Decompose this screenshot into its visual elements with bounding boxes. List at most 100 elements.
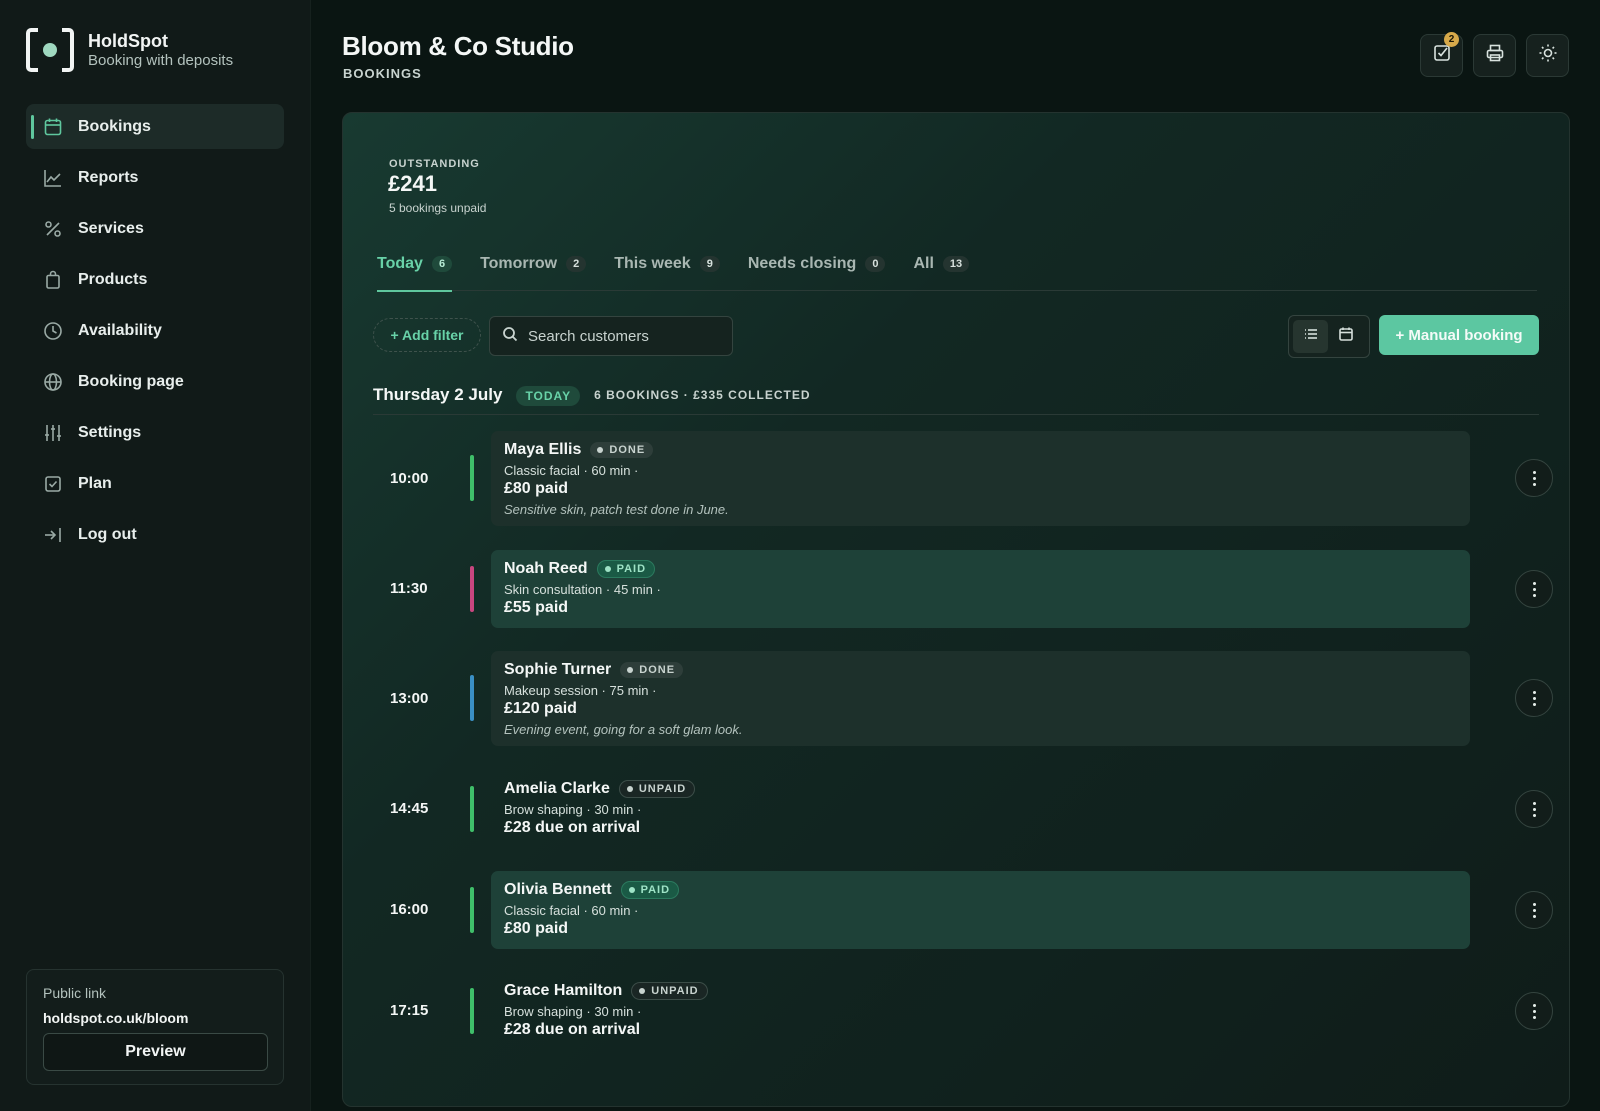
percent-icon — [43, 219, 63, 239]
page-subtitle: BOOKINGS — [343, 66, 422, 81]
booking-time: 13:00 — [390, 690, 429, 707]
globe-icon — [43, 372, 63, 392]
line-chart-icon — [43, 168, 63, 188]
booking-card[interactable]: Olivia Bennett PAID Classic facial · 60 … — [491, 871, 1470, 949]
booking-color-bar — [470, 675, 474, 721]
tab-count: 2 — [566, 256, 587, 272]
print-button[interactable] — [1473, 34, 1516, 77]
booking-detail: Skin consultation · 45 min · — [504, 582, 661, 597]
sidebar-item-plan[interactable]: Plan — [26, 461, 284, 506]
preview-button[interactable]: Preview — [43, 1033, 268, 1071]
booking-time: 11:30 — [390, 580, 428, 597]
bookings-panel: OUTSTANDING £241 5 bookings unpaid Today… — [342, 112, 1570, 1107]
public-link-url[interactable]: holdspot.co.uk/bloom — [43, 1009, 267, 1027]
booking-detail: Classic facial · 60 min · — [504, 903, 639, 918]
customer-name: Sophie Turner — [504, 661, 612, 678]
logout-icon — [43, 525, 63, 545]
sidebar: HoldSpot Booking with deposits Bookings … — [0, 0, 311, 1111]
add-filter-button[interactable]: + Add filter — [373, 318, 481, 352]
sidebar-item-availability[interactable]: Availability — [26, 308, 284, 353]
booking-detail: Classic facial · 60 min · — [504, 463, 639, 478]
more-options-button[interactable] — [1515, 790, 1553, 828]
more-options-button[interactable] — [1515, 891, 1553, 929]
tasks-button[interactable]: 2 — [1420, 32, 1463, 77]
booking-time: 14:45 — [390, 800, 429, 817]
public-link-box: Public link holdspot.co.uk/bloom Preview — [26, 969, 284, 1085]
view-toggle — [1288, 315, 1370, 358]
print-icon — [1485, 43, 1505, 68]
booking-tabs: Today 6 Tomorrow 2 This week 9 Needs clo… — [377, 251, 1537, 292]
calendar-view-button[interactable] — [1328, 320, 1363, 353]
tab-all[interactable]: All 13 — [913, 251, 970, 291]
booking-time: 10:00 — [390, 470, 429, 487]
status-badge: UNPAID — [618, 780, 696, 798]
brand-name: HoldSpot — [88, 31, 168, 51]
booking-card[interactable]: Sophie Turner DONE Makeup session · 75 m… — [491, 651, 1470, 746]
search-input[interactable] — [528, 327, 718, 345]
sliders-icon — [43, 423, 63, 443]
booking-color-bar — [470, 988, 474, 1034]
more-options-button[interactable] — [1515, 992, 1553, 1030]
calendar-icon — [43, 117, 63, 137]
sidebar-item-reports[interactable]: Reports — [26, 155, 284, 200]
booking-card[interactable]: Amelia Clarke UNPAID Brow shaping · 30 m… — [491, 770, 1470, 848]
list-view-button[interactable] — [1293, 320, 1328, 353]
booking-detail: Makeup session · 75 min · — [504, 683, 657, 698]
tab-label: Tomorrow — [480, 255, 558, 272]
more-options-button[interactable] — [1515, 570, 1553, 608]
booking-card[interactable]: Grace Hamilton UNPAID Brow shaping · 30 … — [491, 972, 1470, 1050]
booking-card[interactable]: Noah Reed PAID Skin consultation · 45 mi… — [491, 550, 1470, 628]
theme-toggle-button[interactable] — [1526, 34, 1569, 77]
booking-color-bar — [470, 887, 474, 933]
booking-note: Sensitive skin, patch test done in June. — [504, 502, 729, 517]
tab-tomorrow[interactable]: Tomorrow 2 — [480, 251, 587, 291]
checkbox-icon — [43, 474, 63, 494]
booking-note: Evening event, going for a soft glam loo… — [504, 722, 743, 737]
tab-today[interactable]: Today 6 — [377, 251, 453, 292]
outstanding-amount: £241 — [388, 171, 437, 196]
booking-row: 17:15 Grace Hamilton UNPAID Brow shaping… — [373, 972, 1553, 1050]
booking-row: 13:00 Sophie Turner DONE Makeup session … — [373, 651, 1553, 746]
tasks-badge: 2 — [1444, 32, 1459, 47]
outstanding-label: OUTSTANDING — [389, 158, 480, 170]
booking-amount: £80 paid — [504, 920, 569, 937]
more-options-button[interactable] — [1515, 459, 1553, 497]
booking-card[interactable]: Maya Ellis DONE Classic facial · 60 min … — [491, 431, 1470, 526]
sidebar-item-settings[interactable]: Settings — [26, 410, 284, 455]
booking-row: 14:45 Amelia Clarke UNPAID Brow shaping … — [373, 770, 1553, 848]
booking-detail: Brow shaping · 30 min · — [504, 1004, 642, 1019]
customer-name: Noah Reed — [504, 560, 588, 577]
customer-name: Amelia Clarke — [504, 780, 610, 797]
tab-label: All — [913, 255, 934, 272]
customer-name: Olivia Bennett — [504, 881, 612, 898]
booking-time: 17:15 — [390, 1002, 429, 1019]
status-badge: DONE — [620, 662, 684, 678]
tab-this-week[interactable]: This week 9 — [614, 251, 720, 291]
brand[interactable]: HoldSpot Booking with deposits — [26, 28, 233, 72]
clock-icon — [43, 321, 63, 341]
booking-row: 10:00 Maya Ellis DONE Classic facial · 6… — [373, 431, 1553, 526]
sidebar-item-bookings[interactable]: Bookings — [26, 104, 284, 149]
more-options-button[interactable] — [1515, 679, 1553, 717]
sidebar-nav: Bookings Reports Services Products Avail… — [26, 104, 284, 563]
status-badge: PAID — [596, 560, 656, 578]
status-badge: PAID — [620, 881, 680, 899]
sidebar-item-products[interactable]: Products — [26, 257, 284, 302]
tab-count: 9 — [699, 256, 720, 272]
tab-label: This week — [614, 255, 691, 272]
booking-color-bar — [470, 455, 474, 501]
tab-count: 0 — [865, 256, 886, 272]
booking-color-bar — [470, 566, 474, 612]
tab-needs-closing[interactable]: Needs closing 0 — [748, 251, 886, 291]
sidebar-item-booking-page[interactable]: Booking page — [26, 359, 284, 404]
sidebar-item-logout[interactable]: Log out — [26, 512, 284, 557]
sidebar-item-label: Booking page — [78, 372, 184, 390]
list-icon — [1303, 326, 1319, 347]
search-box — [489, 316, 733, 356]
tab-label: Today — [377, 255, 423, 272]
sidebar-item-services[interactable]: Services — [26, 206, 284, 251]
booking-amount: £120 paid — [504, 700, 577, 717]
tasks-icon — [1432, 43, 1452, 68]
tab-count: 13 — [942, 256, 970, 272]
manual-booking-button[interactable]: + Manual booking — [1379, 315, 1539, 355]
